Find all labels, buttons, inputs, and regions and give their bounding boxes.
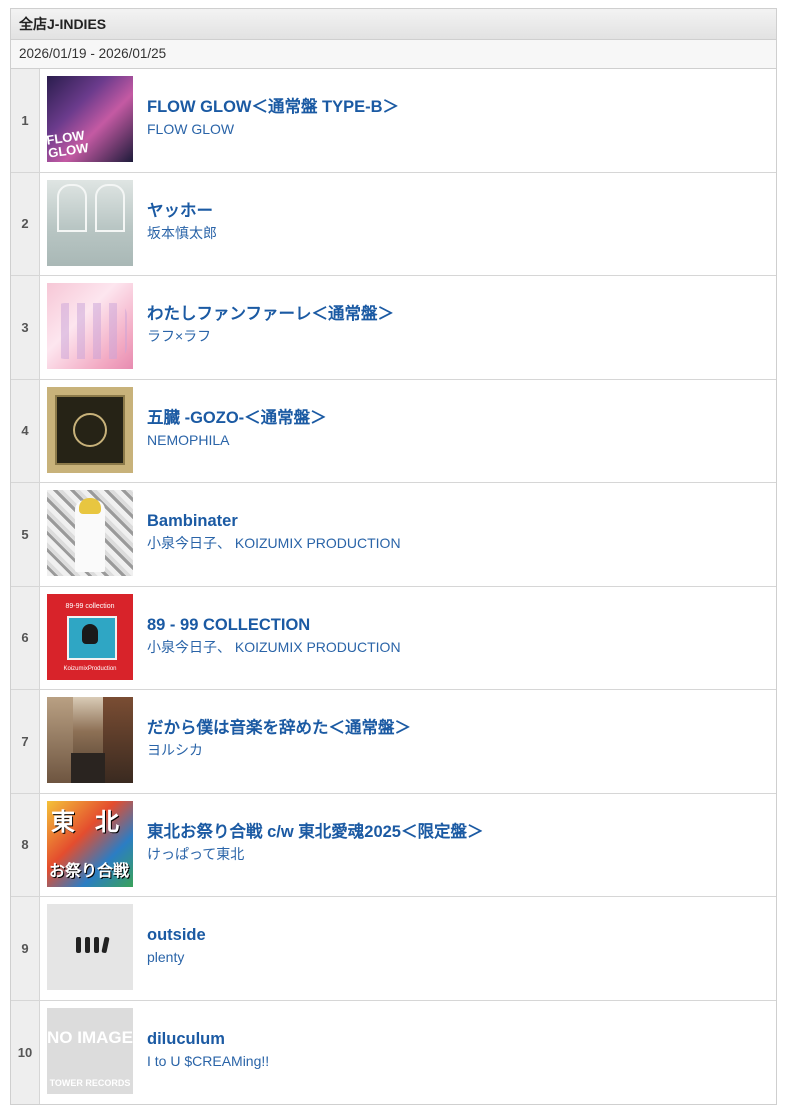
album-cover-image[interactable] xyxy=(47,179,133,266)
placeholder-text: NO IMAGE xyxy=(47,1027,133,1047)
album-title-link[interactable]: 89 - 99 COLLECTION xyxy=(147,613,401,637)
ranking-row: 10 NO IMAGE TOWER RECORDS diluculum I to… xyxy=(11,1000,776,1104)
jacket-text: KoizumixProduction xyxy=(63,665,117,672)
album-title-link[interactable]: 東北お祭り合戦 c/w 東北愛魂2025＜限定盤＞ xyxy=(147,820,483,844)
rank-number: 6 xyxy=(11,586,40,689)
group-photo-shape xyxy=(53,303,127,359)
album-cover-image[interactable] xyxy=(47,490,133,576)
bar-shape xyxy=(85,937,90,953)
ranking-row: 7 だから僕は音楽を辞めた＜通常盤＞ ヨルシカ xyxy=(11,690,776,794)
album-cover-image[interactable] xyxy=(47,283,133,369)
album-title-link[interactable]: FLOW GLOW＜通常盤 TYPE-B＞ xyxy=(147,95,399,119)
album-title-link[interactable]: diluculum xyxy=(147,1027,269,1051)
building-shape xyxy=(103,697,133,783)
artist-link[interactable]: FLOW GLOW xyxy=(147,119,399,139)
album-cover-image[interactable]: 89-99 collection KoizumixProduction xyxy=(47,593,133,680)
album-title-link[interactable]: わたしファンファーレ＜通常盤＞ xyxy=(147,302,394,326)
album-title-link[interactable]: 五臓 -GOZO-＜通常盤＞ xyxy=(147,406,327,430)
album-title-link[interactable]: ヤッホー xyxy=(147,199,217,223)
ranking-row: 6 89-99 collection KoizumixProduction 89… xyxy=(11,586,776,690)
rank-number: 10 xyxy=(11,1000,40,1104)
ranking-panel: 全店J-INDIES 2026/01/19 - 2026/01/25 1 FLO… xyxy=(10,8,777,1105)
building-shape xyxy=(47,697,73,783)
album-cover-image[interactable] xyxy=(47,386,133,473)
artist-link[interactable]: 坂本慎太郎 xyxy=(147,223,217,243)
artist-link[interactable]: 小泉今日子、 KOIZUMIX PRODUCTION xyxy=(147,533,401,553)
artist-link[interactable]: I to U $CREAMing!! xyxy=(147,1051,269,1071)
ranking-row: 3 わたしファンファーレ＜通常盤＞ ラフ×ラフ xyxy=(11,276,776,380)
jacket-text: 89-99 collection xyxy=(65,602,115,610)
rank-number: 2 xyxy=(11,172,40,275)
album-title-link[interactable]: Bambinater xyxy=(147,509,401,533)
bar-shape xyxy=(101,936,110,954)
artist-link[interactable]: NEMOPHILA xyxy=(147,430,327,450)
rank-number: 8 xyxy=(11,793,40,896)
jacket-text: 北 xyxy=(95,806,119,836)
ranking-row: 5 Bambinater 小泉今日子、 KOIZUMIX PRODUCTION xyxy=(11,483,776,587)
rank-number: 3 xyxy=(11,276,40,379)
rank-number: 7 xyxy=(11,690,40,793)
artist-link[interactable]: ヨルシカ xyxy=(147,740,411,760)
bar-shape xyxy=(76,937,81,953)
rank-number: 9 xyxy=(11,897,40,1000)
rank-number: 1 xyxy=(11,69,40,172)
album-title-link[interactable]: outside xyxy=(147,923,206,947)
portrait-shape xyxy=(82,623,98,644)
jacket-text: お祭り合戦 xyxy=(49,862,130,880)
rank-number: 5 xyxy=(11,483,40,586)
street-shape xyxy=(71,753,105,783)
artist-link[interactable]: 小泉今日子、 KOIZUMIX PRODUCTION xyxy=(147,637,401,657)
artist-link[interactable]: けっぱって東北 xyxy=(147,844,483,864)
placeholder-logo-text: TOWER RECORDS xyxy=(49,1077,131,1088)
album-title-link[interactable]: だから僕は音楽を辞めた＜通常盤＞ xyxy=(147,716,411,740)
window-shape xyxy=(57,183,87,232)
ranking-row: 9 outside plenty xyxy=(11,897,776,1001)
jacket-text: 東 xyxy=(51,806,75,836)
ranking-row: 2 ヤッホー 坂本慎太郎 xyxy=(11,172,776,276)
album-cover-image[interactable] xyxy=(47,904,133,990)
artist-link[interactable]: plenty xyxy=(147,947,206,967)
album-cover-image[interactable]: FLOW GLOW xyxy=(47,76,133,162)
bar-shape xyxy=(94,937,99,953)
ranking-row: 1 FLOW GLOW FLOW GLOW＜通常盤 TYPE-B＞ FLOW G… xyxy=(11,69,776,173)
album-cover-image[interactable] xyxy=(47,697,133,783)
jacket-text: FLOW GLOW xyxy=(47,127,90,161)
hair-shape xyxy=(79,498,101,514)
panel-title: 全店J-INDIES xyxy=(11,9,776,40)
ranking-row: 4 五臓 -GOZO-＜通常盤＞ NEMOPHILA xyxy=(11,379,776,483)
no-image-placeholder[interactable]: NO IMAGE TOWER RECORDS xyxy=(47,1007,133,1094)
album-cover-image[interactable]: 東 北 お祭り合戦 xyxy=(47,800,133,887)
window-shape xyxy=(95,183,125,232)
emblem-circle xyxy=(73,412,107,447)
ranking-row: 8 東 北 お祭り合戦 東北お祭り合戦 c/w 東北愛魂2025＜限定盤＞ けっ… xyxy=(11,793,776,897)
rank-number: 4 xyxy=(11,379,40,482)
artist-link[interactable]: ラフ×ラフ xyxy=(147,326,394,346)
